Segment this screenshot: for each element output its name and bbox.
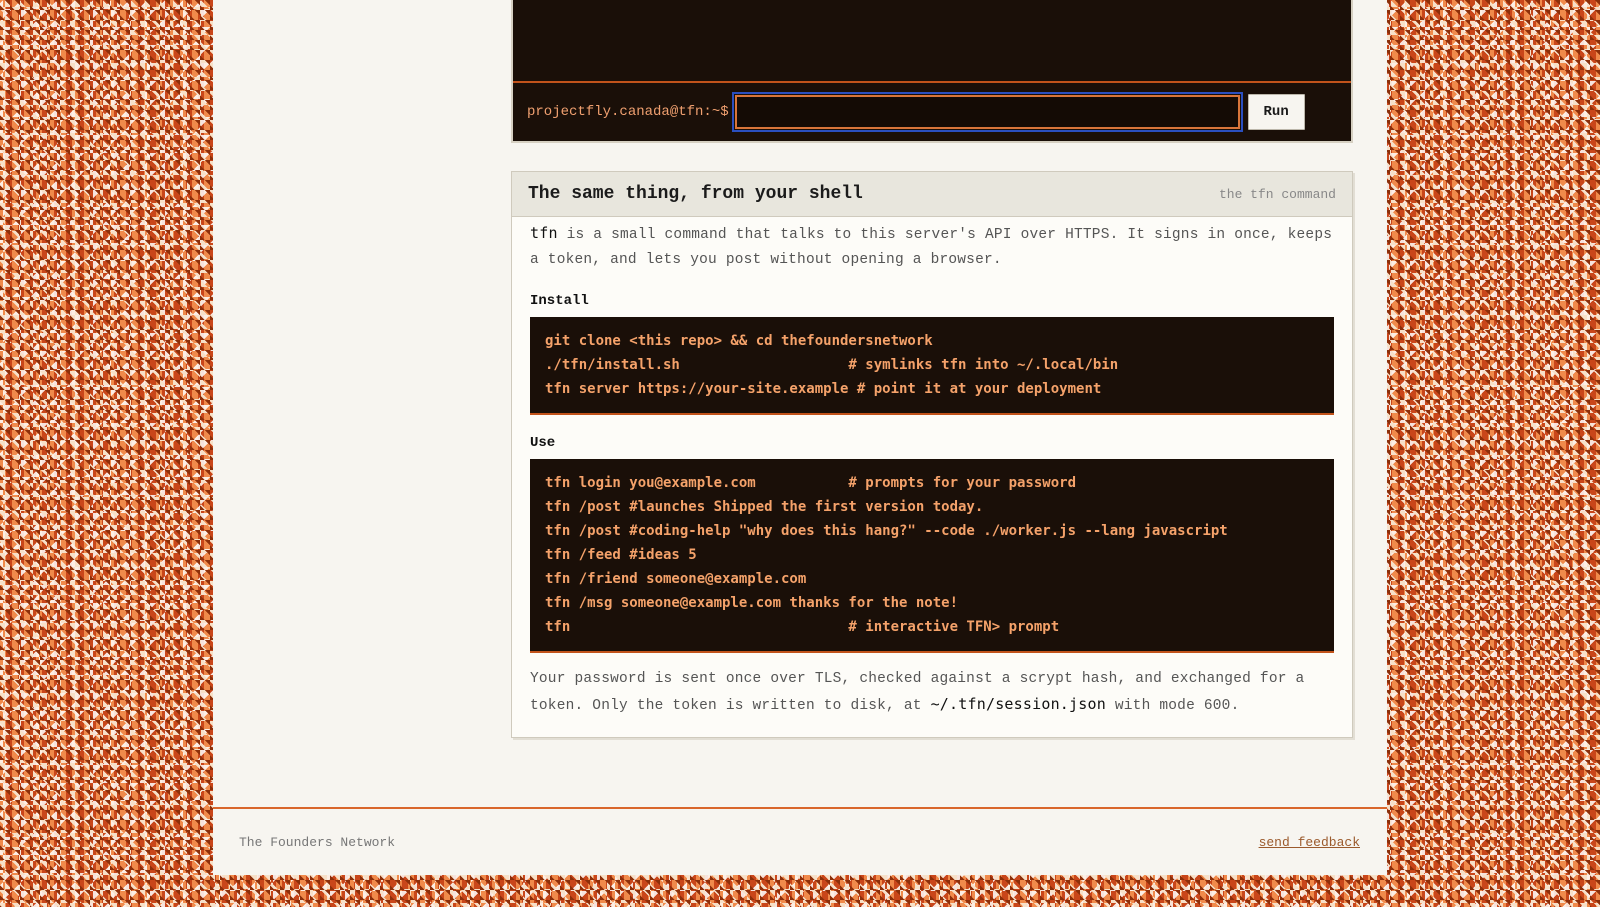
code-line: tfn server https://your-site.example # p… (545, 381, 1102, 397)
page-container: projectfly.canada@tfn:~$ Run The same th… (213, 0, 1387, 875)
intro-text: is a small command that talks to this se… (530, 227, 1333, 268)
card-tag: the tfn command (1218, 186, 1336, 202)
code-line: tfn /post #launches Shipped the first ve… (545, 499, 984, 515)
intro-paragraph: tfn is a small command that talks to thi… (530, 221, 1334, 273)
code-line: tfn login you@example.com # prompts for … (545, 475, 1077, 491)
run-button[interactable]: Run (1247, 94, 1305, 130)
cli-info-card: The same thing, from your shell the tfn … (511, 171, 1353, 738)
use-heading: Use (530, 435, 556, 451)
footer-brand: The Founders Network (239, 834, 396, 850)
terminal-prompt-row: projectfly.canada@tfn:~$ Run (513, 83, 1351, 141)
card-header: The same thing, from your shell the tfn … (512, 172, 1352, 217)
terminal-output (513, 0, 1351, 83)
install-code-block: git clone <this repo> && cd thefoundersn… (530, 317, 1334, 415)
code-line: tfn /feed #ideas 5 (545, 547, 697, 563)
code-line: tfn /msg someone@example.com thanks for … (545, 595, 959, 611)
use-code-block: tfn login you@example.com # prompts for … (530, 459, 1334, 653)
code-line: git clone <this repo> && cd thefoundersn… (545, 333, 933, 349)
inline-command: tfn (530, 224, 558, 242)
send-feedback-link[interactable]: send feedback (1259, 835, 1360, 850)
install-heading: Install (530, 293, 589, 309)
terminal-command-input[interactable] (731, 92, 1243, 132)
footnote-text-end: with mode 600. (1105, 698, 1240, 714)
page-footer: The Founders Network send feedback (213, 807, 1387, 875)
web-terminal: projectfly.canada@tfn:~$ Run (511, 0, 1353, 143)
terminal-prompt-label: projectfly.canada@tfn:~$ (527, 104, 729, 120)
session-path: ~/.tfn/session.json (930, 695, 1106, 713)
card-title: The same thing, from your shell (528, 184, 863, 204)
code-line: tfn /post #coding-help "why does this ha… (545, 523, 1228, 539)
security-footnote: Your password is sent once over TLS, che… (530, 667, 1334, 719)
card-body: tfn is a small command that talks to thi… (512, 217, 1352, 719)
code-line: tfn /friend someone@example.com (545, 571, 807, 587)
code-line: tfn # interactive TFN> prompt (545, 619, 1060, 635)
code-line: ./tfn/install.sh # symlinks tfn into ~/.… (545, 357, 1119, 373)
